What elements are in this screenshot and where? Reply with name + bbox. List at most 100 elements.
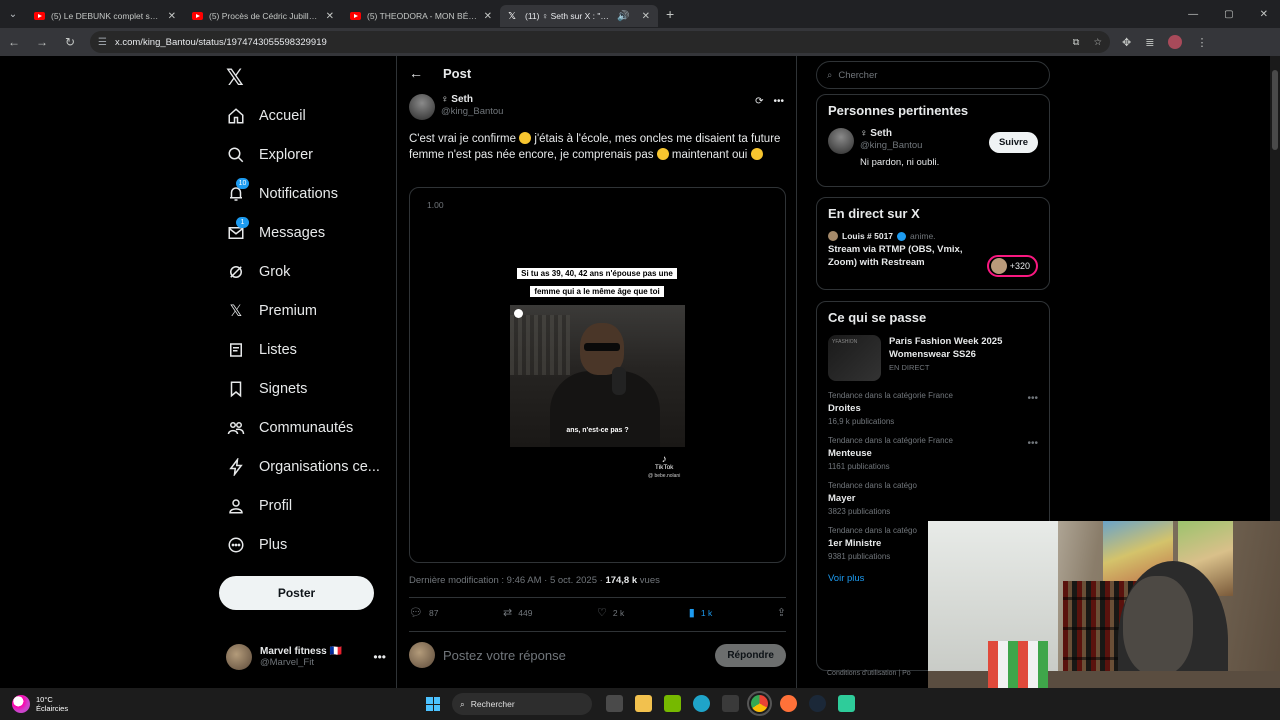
author-name[interactable]: ♀ Seth [441,94,503,105]
more-circle-icon [226,535,246,555]
person-handle: @king_Bantou [860,140,923,151]
author-handle[interactable]: @king_Bantou [441,106,503,117]
x-premium-icon: 𝕏 [229,303,243,320]
profile-avatar[interactable] [1168,35,1183,49]
scrollbar-thumb[interactable] [1272,70,1278,150]
watermark-text: TikTok [654,464,674,471]
file-explorer-icon[interactable] [635,695,652,712]
url-field[interactable]: ☰ x.com/king_Bantou/status/1974743055598… [90,31,1110,53]
forward-icon[interactable]: → [34,35,50,49]
person-bio: Ni pardon, ni oubli. [860,157,940,168]
nav-item-profil[interactable]: Profil [226,496,292,516]
bookmark-button[interactable]: ▮ 1 k [689,606,712,619]
reply-button[interactable]: 💬︎ 87 [409,606,438,619]
more-icon[interactable]: ••• [373,650,386,664]
trend-count: 3823 publications [828,507,891,516]
new-tab-button[interactable]: + [666,6,674,22]
reply-input[interactable]: Postez votre réponse [443,648,707,663]
maximize-icon[interactable]: ▢ [1224,9,1233,20]
live-title: Stream via RTMP (OBS, Vmix, Zoom) with R… [828,244,963,268]
task-view-icon[interactable] [606,695,623,712]
browser-tab-3[interactable]: (5) THEODORA - MON BÉBÉ (F ✕ [342,5,500,27]
trend-count: 16,9 k publications [828,417,895,426]
person-name[interactable]: ♀ Seth [860,128,983,139]
footer-links[interactable]: Conditions d'utilisation | Po [827,670,911,677]
close-tab-icon[interactable]: ✕ [642,11,650,22]
nav-label: Notifications [259,186,338,202]
chrome-icon[interactable] [747,691,772,716]
like-button[interactable]: ♡ 2 k [597,606,624,619]
close-tab-icon[interactable]: ✕ [326,11,334,22]
app-icon[interactable] [838,695,855,712]
firefox-icon[interactable] [780,695,797,712]
close-tab-icon[interactable]: ✕ [168,11,176,22]
nav-item-grok[interactable]: Grok [226,262,290,282]
message-badge: 1 [236,217,249,228]
store-icon[interactable] [722,695,739,712]
browser-tab-1[interactable]: (5) Le DEBUNK complet sur la P ✕ [26,5,184,27]
nav-item-notifications[interactable]: 10 Notifications [226,178,338,204]
avatar[interactable] [409,94,435,120]
weather-widget[interactable]: 10°C Éclaircies [0,695,200,713]
x-logo-icon[interactable]: 𝕏 [226,65,244,91]
site-info-icon[interactable]: ☰ [98,37,107,48]
star-icon[interactable]: ☆ [1093,37,1102,48]
live-card[interactable]: En direct sur X Louis # 5017 anime. Stre… [816,197,1050,290]
nav-item-premium[interactable]: 𝕏 Premium [226,301,317,321]
tab-search-button[interactable]: ⌄ [0,0,26,28]
more-icon[interactable]: ••• [773,96,784,107]
playback-speed[interactable]: 1.00 [427,200,444,210]
windows-start-icon[interactable] [426,697,440,711]
steam-icon[interactable] [809,695,826,712]
close-window-icon[interactable]: ✕ [1260,9,1268,20]
reply-submit-button[interactable]: Répondre [715,643,786,667]
trend-item[interactable]: Tendance dans la catégorie France Droite… [817,381,1049,426]
taskbar-search[interactable]: ⌕ Rechercher [452,693,592,715]
back-arrow-icon[interactable]: ← [409,65,423,81]
view-count: 174,8 k [605,575,638,586]
nav-item-explorer[interactable]: Explorer [226,145,313,165]
happening-event[interactable]: YFASHION Paris Fashion Week 2025 Womensw… [817,325,1049,381]
trend-item[interactable]: Tendance dans la catégo Mayer 3823 publi… [817,471,1049,516]
trend-item[interactable]: Tendance dans la catégorie France Menteu… [817,426,1049,471]
nvidia-icon[interactable] [664,695,681,712]
nav-item-communautes[interactable]: Communautés [226,418,353,438]
back-icon[interactable]: ← [6,35,22,49]
avatar[interactable] [828,128,854,154]
post-author[interactable]: ♀ Seth @king_Bantou [409,94,503,120]
relevant-person[interactable]: ♀ Seth @king_Bantou Ni pardon, ni oubli.… [817,118,1049,168]
minimize-icon[interactable]: — [1188,9,1198,20]
browser-tab-2[interactable]: (5) Procès de Cédric Jubillar - Y ✕ [184,5,342,27]
nav-item-signets[interactable]: Signets [226,379,307,399]
card-title: Ce qui se passe [828,310,927,325]
close-tab-icon[interactable]: ✕ [484,11,492,22]
nav-item-messages[interactable]: 1 Messages [226,217,325,243]
more-icon[interactable]: ••• [1027,393,1038,404]
reading-list-icon[interactable]: ≣ [1145,36,1154,49]
nav-item-listes[interactable]: Listes [226,340,297,360]
nav-item-organisations[interactable]: Organisations ce... [226,457,380,477]
extensions-icon[interactable]: ✥ [1122,36,1131,49]
install-app-icon[interactable]: ⧉ [1073,37,1080,48]
nav-item-accueil[interactable]: Accueil [226,106,306,126]
menu-icon[interactable]: ⋮ [1196,36,1207,49]
post-button[interactable]: Poster [219,576,374,610]
account-switcher[interactable]: Marvel fitness 🇫🇷 @Marvel_Fit ••• [226,642,386,672]
post-column: ← Post ♀ Seth @king_Bantou ⟳ ••• C'est v… [396,56,797,688]
share-button[interactable]: ⇪ [777,606,786,619]
more-icon[interactable]: ••• [1027,438,1038,449]
reload-icon[interactable]: ↻ [62,35,78,49]
video-frame[interactable]: ans, n'est-ce pas ? [510,305,685,447]
search-input[interactable]: ⌕ Chercher [816,61,1050,89]
repost-button[interactable]: ⇄ 449 [503,606,532,619]
follow-button[interactable]: Suivre [988,132,1038,153]
nav-item-plus[interactable]: Plus [226,535,287,555]
repost-icon: ⇄ [503,607,513,619]
live-listener-count[interactable]: +320 [986,255,1038,277]
speaker-icon[interactable]: 🔊 [617,11,629,22]
edge-icon[interactable] [693,695,710,712]
avatar [990,258,1007,274]
grok-explain-icon[interactable]: ⟳ [755,96,763,107]
browser-tab-4[interactable]: 𝕏 (11) ♀ Seth sur X : "C'est vrai 🔊 ✕ [500,5,658,27]
video-player[interactable]: 1.00 Si tu as 39, 40, 42 ans n'épouse pa… [409,187,786,563]
